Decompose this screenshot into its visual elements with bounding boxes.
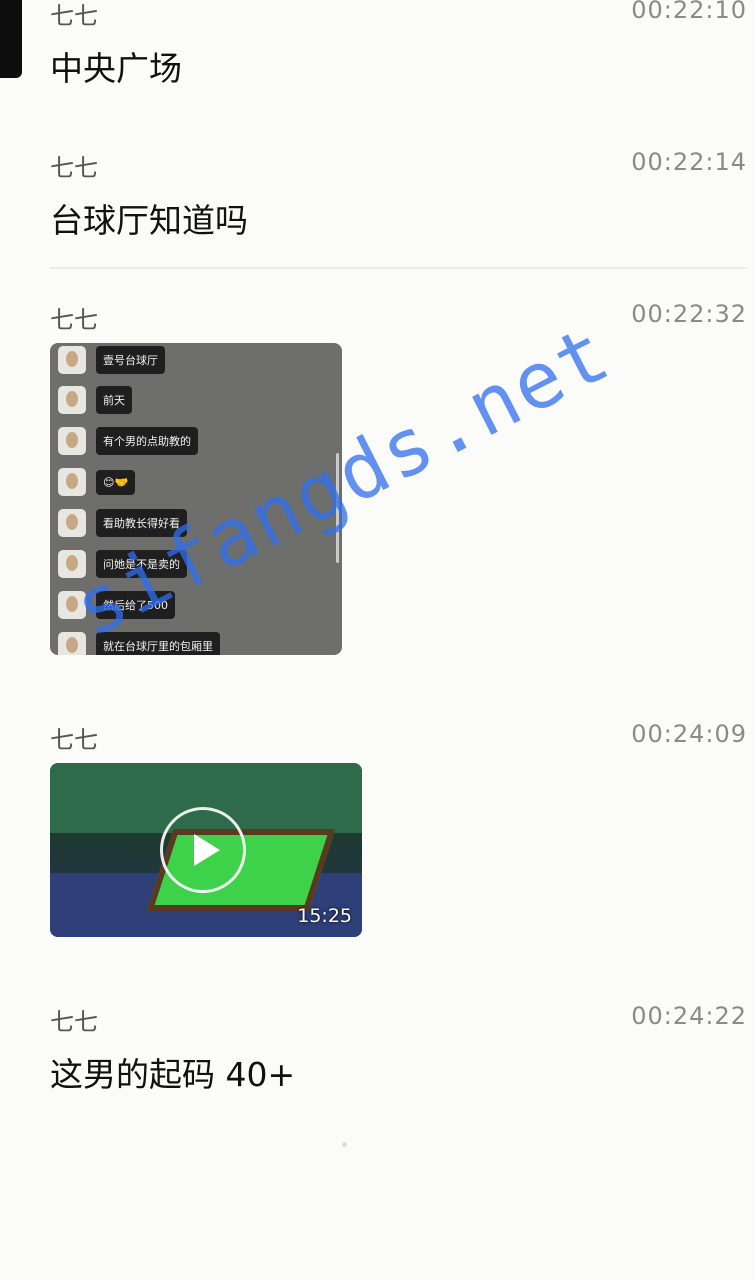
message-item: 七七 00:24:09 — [50, 720, 747, 760]
message-item: 七七 00:22:14 台球厅知道吗 — [50, 148, 747, 248]
left-edge-bar — [0, 0, 22, 78]
message-item: 七七 00:22:10 中央广场 — [50, 0, 747, 90]
avatar — [58, 386, 86, 414]
message-text[interactable]: 中央广场 — [50, 42, 182, 90]
message-text[interactable]: 台球厅知道吗 — [50, 194, 248, 242]
avatar — [58, 346, 86, 374]
sender-name: 七七 — [50, 154, 98, 182]
sender-name: 七七 — [50, 1008, 98, 1036]
avatar — [58, 468, 86, 496]
message-time: 00:24:09 — [631, 720, 747, 748]
avatar — [58, 427, 86, 455]
video-duration: 15:25 — [297, 905, 352, 927]
play-icon[interactable] — [160, 807, 246, 893]
page-indicator-dot — [342, 1142, 347, 1147]
message-time: 00:22:14 — [631, 148, 747, 176]
image-chat-bubble: 有个男的点助教的 — [96, 427, 198, 455]
divider — [50, 267, 747, 269]
sender-name: 七七 — [50, 2, 98, 30]
avatar — [58, 632, 86, 655]
message-time: 00:22:32 — [631, 300, 747, 328]
message-time: 00:22:10 — [631, 0, 747, 24]
video-thumbnail[interactable]: 15:25 — [50, 763, 362, 937]
avatar — [58, 509, 86, 537]
sender-name: 七七 — [50, 306, 98, 334]
message-time: 00:24:22 — [631, 1002, 747, 1030]
image-chat-bubble: 😊🤝 — [96, 469, 136, 495]
sender-name: 七七 — [50, 726, 98, 754]
message-item: 七七 00:24:22 这男的起码 40+ — [50, 1002, 747, 1094]
message-text[interactable]: 这男的起码 40+ — [50, 1048, 295, 1096]
image-chat-bubble: 前天 — [96, 386, 132, 414]
message-item: 七七 00:22:32 — [50, 300, 747, 340]
image-chat-bubble: 壹号台球厅 — [96, 346, 165, 374]
